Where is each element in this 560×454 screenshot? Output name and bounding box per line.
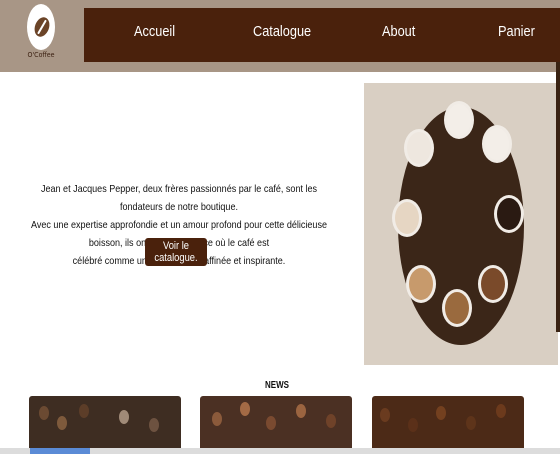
cup-image	[494, 195, 524, 233]
cup-image	[392, 199, 422, 237]
cup-image	[406, 265, 436, 303]
coffee-bean-image	[436, 406, 446, 420]
hero-image	[364, 83, 558, 365]
cup-image	[478, 265, 508, 303]
coffee-bean-image	[149, 418, 159, 432]
coffee-bean-image	[212, 412, 222, 426]
main-nav: Accueil Catalogue About Panier	[84, 8, 560, 62]
header: O'Coffee Accueil Catalogue About Panier	[0, 0, 560, 72]
logo-badge	[27, 4, 55, 50]
view-catalogue-label: Voir le catalogue.	[154, 240, 198, 264]
cup-image	[444, 101, 474, 139]
nav-item-panier[interactable]: Panier	[498, 23, 535, 40]
horizontal-scrollbar[interactable]	[0, 448, 560, 454]
coffee-bean-image	[79, 404, 89, 418]
nav-item-catalogue[interactable]: Catalogue	[253, 23, 311, 40]
coffee-bean-image	[408, 418, 418, 432]
coffee-bean-image	[380, 408, 390, 422]
logo-text: O'Coffee	[27, 51, 55, 59]
cup-image	[404, 129, 434, 167]
logo[interactable]: O'Coffee	[26, 3, 56, 61]
news-card[interactable]	[372, 396, 524, 454]
view-catalogue-button[interactable]: Voir le catalogue.	[145, 238, 207, 266]
coffee-bean-image	[496, 404, 506, 418]
coffee-bean-image	[266, 416, 276, 430]
nav-item-accueil[interactable]: Accueil	[134, 23, 175, 40]
scrollbar-thumb[interactable]	[30, 448, 90, 454]
cup-image	[482, 125, 512, 163]
coffee-bean-image	[57, 416, 67, 430]
coffee-bean-image	[326, 414, 336, 428]
coffee-bean-image	[466, 416, 476, 430]
news-card[interactable]	[200, 396, 352, 454]
nav-item-about[interactable]: About	[382, 23, 415, 40]
coffee-bean-image	[119, 410, 129, 424]
coffee-bean-image	[296, 404, 306, 418]
page-edge	[556, 62, 560, 332]
cup-image	[442, 289, 472, 327]
coffee-bean-image	[240, 402, 250, 416]
hero-line-1: Jean et Jacques Pepper, deux frères pass…	[40, 183, 318, 213]
news-title: NEWS	[265, 380, 289, 391]
coffee-bean-icon	[32, 15, 52, 39]
coffee-bean-image	[39, 406, 49, 420]
news-card[interactable]	[29, 396, 181, 454]
